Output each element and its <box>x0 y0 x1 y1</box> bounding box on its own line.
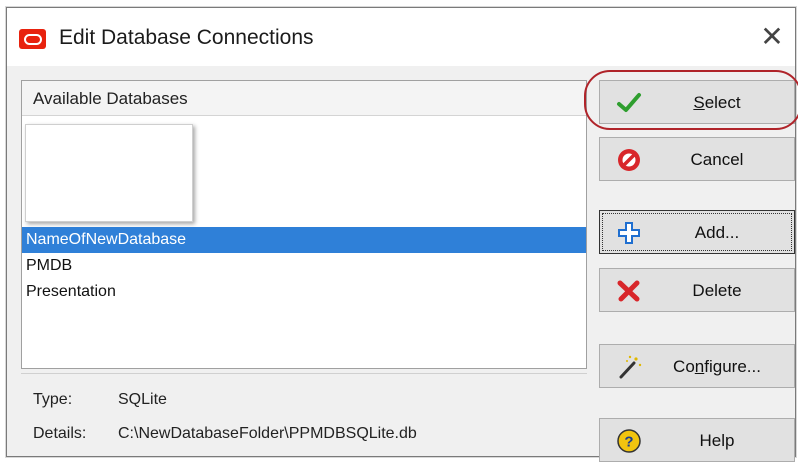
list-header: Available Databases <box>22 81 586 116</box>
available-databases-list[interactable]: Available Databases NameOfNewDatabase PM… <box>21 80 587 369</box>
list-item[interactable]: Presentation <box>22 279 586 305</box>
database-items: NameOfNewDatabase PMDB Presentation <box>22 227 586 305</box>
delete-button-label: Delete <box>692 281 742 300</box>
help-button-label: Help <box>699 431 735 450</box>
type-label: Type: <box>33 391 73 408</box>
window-title: Edit Database Connections <box>59 26 314 49</box>
type-value: SQLite <box>118 391 167 408</box>
cancel-button-label: Cancel <box>690 150 744 169</box>
type-row: Type: SQLite <box>33 391 167 409</box>
details-label: Details: <box>33 425 87 442</box>
configure-button-label: Configure... <box>673 357 761 376</box>
plus-icon <box>618 222 640 244</box>
highlight-ring <box>584 70 798 130</box>
close-icon[interactable]: ✕ <box>757 22 787 52</box>
title-bar: Edit Database Connections ✕ <box>7 8 795 66</box>
list-item[interactable]: PMDB <box>22 253 586 279</box>
svg-text:?: ? <box>624 434 633 451</box>
help-button[interactable]: ? Help <box>599 418 795 462</box>
edit-database-connections-dialog: Edit Database Connections ✕ Available Da… <box>6 7 798 462</box>
configure-button[interactable]: Configure... <box>599 344 795 388</box>
help-icon: ? <box>617 429 641 453</box>
magic-wand-icon <box>619 355 642 379</box>
blank-popup-box <box>25 124 193 222</box>
list-header-label: Available Databases <box>33 89 188 108</box>
oracle-app-icon <box>19 29 46 49</box>
add-button-label: Add... <box>694 223 740 242</box>
details-row: Details: C:\NewDatabaseFolder\PPMDBSQLite… <box>33 425 417 443</box>
details-value: C:\NewDatabaseFolder\PPMDBSQLite.db <box>118 425 417 442</box>
red-x-icon <box>617 280 640 302</box>
connection-details-panel: Type: SQLite Details: C:\NewDatabaseFolder… <box>21 373 587 456</box>
list-item[interactable]: NameOfNewDatabase <box>22 227 586 253</box>
delete-button[interactable]: Delete <box>599 268 795 312</box>
no-entry-icon <box>618 149 640 171</box>
add-button[interactable]: Add... <box>599 210 795 254</box>
cancel-button[interactable]: Cancel <box>599 137 795 181</box>
